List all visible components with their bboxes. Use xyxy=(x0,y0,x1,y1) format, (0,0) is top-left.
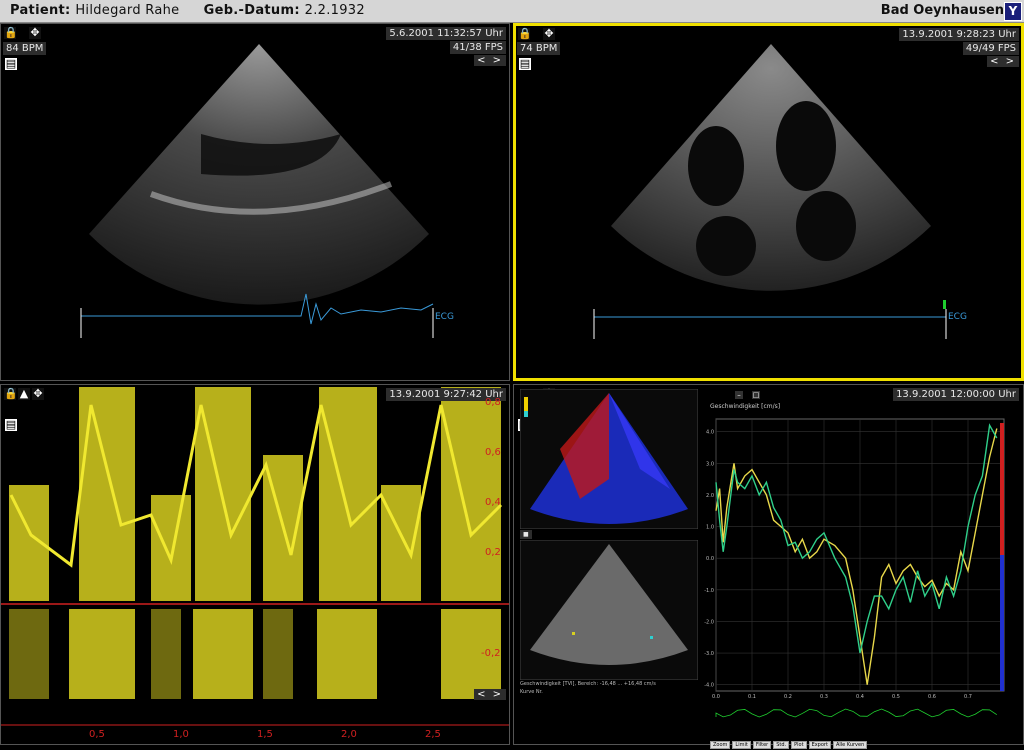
x-tick: 1,0 xyxy=(173,729,189,740)
std-button[interactable]: Std. xyxy=(773,741,790,749)
x-tick-label: 0.7 xyxy=(964,694,972,700)
y-tick: 0,8 xyxy=(485,397,501,408)
x-tick-label: 0.3 xyxy=(820,694,828,700)
maximize-icon[interactable]: □ xyxy=(752,391,760,399)
patient-header: Patient: Hildegard Rahe Geb.-Datum: 2.2.… xyxy=(0,0,1024,23)
tvi-analysis-view[interactable]: ✥ ▤ ■ Geschwindigkeit [TVI], Bereich: -1… xyxy=(513,384,1024,749)
x-tick-label: 0.2 xyxy=(784,694,792,700)
y-tick-label: 1.0 xyxy=(706,525,714,531)
y-tick-label: -2.0 xyxy=(704,619,714,625)
zoom-button[interactable]: Zoom xyxy=(710,741,731,749)
echo-view-1[interactable]: 🔒 ✥ 84 BPM ▤ 5.6.2001 11:32:57 Uhr 41/38… xyxy=(0,23,510,381)
triangle-icon[interactable]: ▲ xyxy=(18,388,30,400)
ecg-label: ECG xyxy=(435,312,454,322)
y-tick-label: -1.0 xyxy=(704,588,714,594)
y-tick-label: 0.0 xyxy=(706,556,714,562)
x-tick-label: 0.1 xyxy=(748,694,756,700)
ecg-label: ECG xyxy=(948,312,967,322)
frame-nav-arrows[interactable]: < > xyxy=(474,689,506,700)
ultrasound-sector-1 xyxy=(80,44,434,338)
dob-value: 2.2.1932 xyxy=(304,3,365,18)
timestamp: 13.9.2001 12:00:00 Uhr xyxy=(893,388,1019,401)
x-tick-label: 0.6 xyxy=(928,694,936,700)
status-line: Geschwindigkeit [TVI], Bereich: -16,48 .… xyxy=(520,681,656,687)
small-icon[interactable]: ■ xyxy=(520,530,532,539)
color-scale-positive xyxy=(1000,423,1004,555)
report-icon[interactable]: ▤ xyxy=(5,419,17,431)
y-tick-label: -4.0 xyxy=(704,683,714,689)
lock-icon[interactable]: 🔒 xyxy=(4,388,18,400)
y-tick-label: 3.0 xyxy=(706,461,714,467)
color-scale-negative xyxy=(1000,555,1004,691)
x-tick-label: 0.5 xyxy=(892,694,900,700)
echo-view-2[interactable]: 🔒 ✥ 74 BPM ▤ 13.9.2001 9:28:23 Uhr 49/49… xyxy=(513,23,1024,381)
dob-label: Geb.-Datum: xyxy=(203,3,300,18)
export-button[interactable]: Export xyxy=(808,741,831,749)
x-tick: 0,5 xyxy=(89,729,105,740)
chart-toolbar: Zoom Limit Filter Std. Plot Export Alle Kurven xyxy=(710,731,869,750)
limit-button[interactable]: Limit xyxy=(732,741,751,749)
curve-label: Kurve Nr. xyxy=(520,689,543,695)
x-tick: 2,5 xyxy=(425,729,441,740)
y-tick: 0,2 xyxy=(485,547,501,558)
patient-info: Patient: Hildegard Rahe Geb.-Datum: 2.2.… xyxy=(10,3,365,18)
x-tick: 2,0 xyxy=(341,729,357,740)
y-tick-label: -3.0 xyxy=(704,651,714,657)
plot-button[interactable]: Plot xyxy=(791,741,807,749)
logo-icon[interactable]: Y xyxy=(1004,2,1022,21)
ecg-trace xyxy=(715,708,998,718)
color-tissue-doppler-image xyxy=(520,389,698,529)
x-tick-label: 0.4 xyxy=(856,694,864,700)
all-curves-button[interactable]: Alle Kurven xyxy=(832,741,868,749)
x-tick: 1,5 xyxy=(257,729,273,740)
y-tick: 0,4 xyxy=(485,497,501,508)
x-tick-label: 0.0 xyxy=(712,694,720,700)
filter-button[interactable]: Filter xyxy=(752,741,772,749)
ultrasound-sector-2 xyxy=(593,44,947,339)
patient-name: Hildegard Rahe xyxy=(75,3,180,18)
y-tick-label: 4.0 xyxy=(706,430,714,436)
minimize-icon[interactable]: – xyxy=(735,391,743,399)
y-tick: -0,2 xyxy=(481,648,501,659)
move-icon[interactable]: ✥ xyxy=(32,388,44,400)
y-tick-label: 2.0 xyxy=(706,493,714,499)
location: Bad Oeynhausen xyxy=(880,3,1004,18)
b-mode-image xyxy=(520,540,698,680)
tvi-chart: 4.0 3.0 2.0 1.0 0.0 -1.0 -2.0 -3.0 -4.0 0.0 0.1 0.2… xyxy=(704,418,1005,718)
doppler-spectrum xyxy=(1,385,509,744)
y-tick: 0,6 xyxy=(485,447,501,458)
patient-label: Patient: xyxy=(10,3,71,18)
doppler-spectrum-view[interactable]: 🔒 ▲ ✥ ▤ 13.9.2001 9:27:42 Uhr < > 0,8 0,… xyxy=(0,384,510,745)
